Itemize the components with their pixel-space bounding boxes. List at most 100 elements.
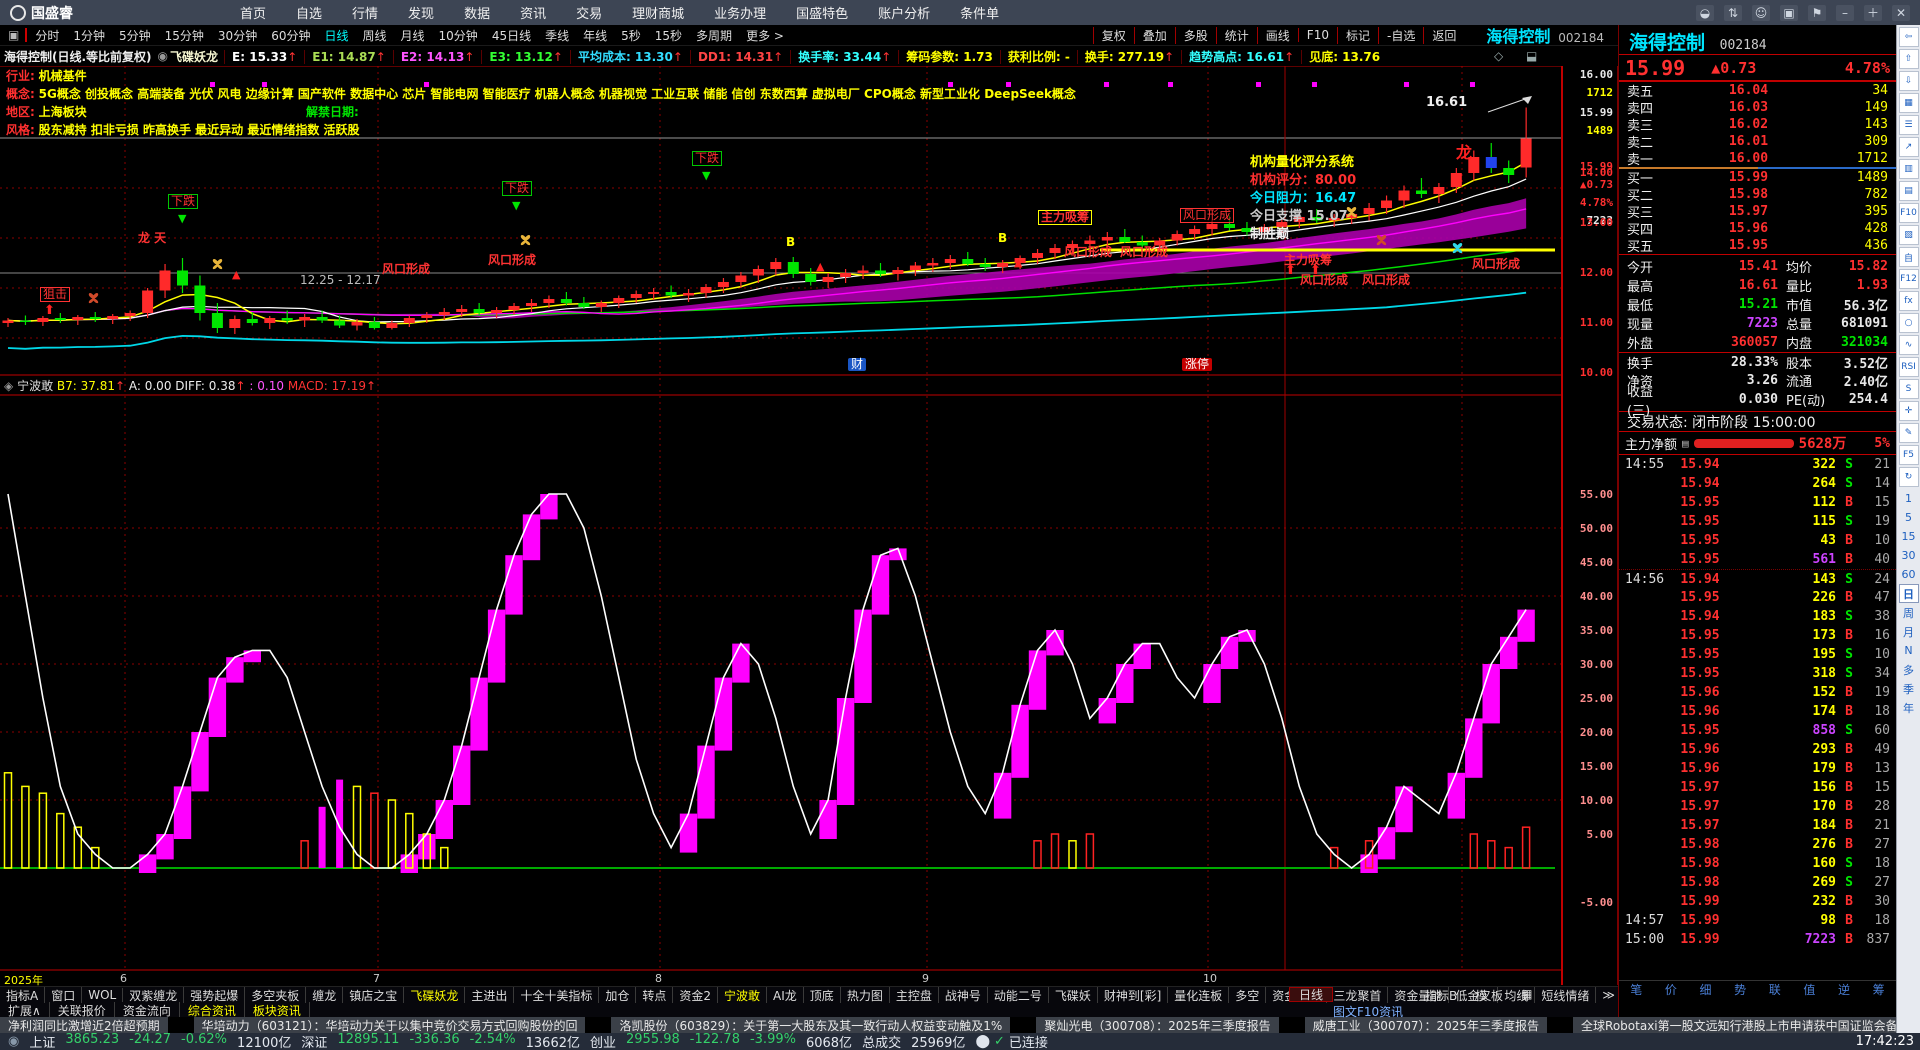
user-icon[interactable]: ☺ <box>1752 4 1770 21</box>
indicator-tab-飞碟妖[interactable]: 飞碟妖 <box>1049 986 1098 1004</box>
info-tab-综合资讯[interactable]: 综合资讯 <box>180 1001 245 1019</box>
quote-tab-值[interactable]: 值 <box>1803 981 1815 998</box>
period-tab-更多 >[interactable]: 更多 > <box>746 27 784 44</box>
action-统计[interactable]: 统计 <box>1215 26 1257 44</box>
action-叠加[interactable]: 叠加 <box>1133 26 1175 44</box>
quote-tab-筹[interactable]: 筹 <box>1873 981 1885 998</box>
indicator-tab-资金2[interactable]: 资金2 <box>673 986 719 1004</box>
sub-indicator-name[interactable]: 宁波敢 <box>17 379 53 393</box>
indicator-tab-顶底[interactable]: 顶底 <box>804 986 841 1004</box>
indicator-tab-主控盘[interactable]: 主控盘 <box>890 986 939 1004</box>
menu-item-业务办理[interactable]: 业务办理 <box>714 3 766 22</box>
action-多股[interactable]: 多股 <box>1174 26 1216 44</box>
period-tab-多周期[interactable]: 多周期 <box>696 27 732 44</box>
quote-tab-势[interactable]: 势 <box>1734 981 1746 998</box>
action-F10[interactable]: F10 <box>1297 28 1337 42</box>
diamond-icon[interactable]: ◇ <box>1494 49 1503 63</box>
monitor-icon[interactable]: ▣ <box>1780 4 1798 21</box>
indicator-tab-三龙聚首[interactable]: 三龙聚首 <box>1327 986 1389 1004</box>
tab-right-指标B[interactable]: 指标B <box>1425 987 1457 1004</box>
action-复权[interactable]: 复权 <box>1092 26 1134 44</box>
strip-period-季[interactable]: 季 <box>1899 679 1919 698</box>
doc-icon[interactable]: ▤ <box>1682 437 1689 450</box>
period-tab-季线[interactable]: 季线 <box>545 27 569 44</box>
indicator-tab-缠龙[interactable]: 缠龙 <box>306 986 344 1004</box>
close-icon[interactable]: ✕ <box>1892 4 1910 21</box>
indicator-tab-短线情绪[interactable]: 短线情绪 <box>1535 986 1597 1004</box>
report-grid-icon[interactable]: ▦ <box>1898 93 1919 113</box>
period-tab-15分钟[interactable]: 15分钟 <box>165 27 204 44</box>
indicator-tab-十全十美指标[interactable]: 十全十美指标 <box>514 986 600 1004</box>
indicator-tab-量化连板[interactable]: 量化连板 <box>1168 986 1230 1004</box>
period-tab-1分钟[interactable]: 1分钟 <box>73 27 105 44</box>
quote-stock-name[interactable]: 海得控制 <box>1629 32 1705 54</box>
strip-period-1[interactable]: 1 <box>1899 489 1919 508</box>
period-tab-分时[interactable]: 分时 <box>35 27 59 44</box>
period-tab-45日线[interactable]: 45日线 <box>492 27 531 44</box>
news-item[interactable]: 全球Robotaxi第一股文远知行港股上市申请获中国证监会备案 <box>1573 1017 1918 1033</box>
indicator-tab-镇店之宝[interactable]: 镇店之宝 <box>343 986 405 1004</box>
back-icon[interactable]: ⇦ <box>1898 27 1919 47</box>
circle-tool-icon[interactable]: ○ <box>1898 313 1919 333</box>
period-tab-周线[interactable]: 周线 <box>363 27 387 44</box>
line-chart-icon[interactable]: ↗ <box>1898 137 1919 157</box>
split-screen-icon[interactable]: ⬓ <box>1526 49 1537 63</box>
quote-tab-逆[interactable]: 逆 <box>1838 981 1850 998</box>
f12-icon[interactable]: F12 <box>1898 269 1919 289</box>
page-down-icon[interactable]: ⇩ <box>1898 71 1919 91</box>
f10-link[interactable]: 图文F10资讯 <box>1333 1003 1403 1020</box>
info-tab-关联报价[interactable]: 关联报价 <box>50 1001 115 1019</box>
tree-icon[interactable]: ▧ <box>1898 225 1919 245</box>
menu-item-条件单[interactable]: 条件单 <box>960 3 999 22</box>
period-chip[interactable]: 日线 <box>1289 987 1333 1002</box>
action-返回[interactable]: 返回 <box>1423 26 1464 44</box>
action--自选[interactable]: -自选 <box>1377 26 1423 44</box>
page-up-icon[interactable]: ⇧ <box>1898 49 1919 69</box>
menu-item-自选[interactable]: 自选 <box>296 3 322 22</box>
menu-item-发现[interactable]: 发现 <box>408 3 434 22</box>
info-tab-板块资讯[interactable]: 板块资讯 <box>245 1001 310 1019</box>
collapse-icon[interactable]: ◈ <box>4 379 13 393</box>
list-icon[interactable]: ☰ <box>1898 115 1919 135</box>
f10-icon[interactable]: F10 <box>1898 203 1919 223</box>
indicator-tab-热力图[interactable]: 热力图 <box>841 986 890 1004</box>
info-tab-扩展∧[interactable]: 扩展∧ <box>0 1001 50 1019</box>
news-item[interactable]: 聚灿光电（300708）：2025年三季度报告 <box>1036 1017 1279 1033</box>
tab-right-▦[interactable]: ▦ <box>1521 987 1532 1004</box>
quote-tab-联[interactable]: 联 <box>1769 981 1781 998</box>
kline-chart-area[interactable]: 行业: 机械基件 概念: 5G概念 创投概念 高端装备 光伏 风电 边缘计算 国… <box>0 66 1563 987</box>
strip-period-多[interactable]: 多 <box>1899 660 1919 679</box>
rsi-icon[interactable]: RSI <box>1898 357 1919 377</box>
action-标记[interactable]: 标记 <box>1336 26 1378 44</box>
news-item[interactable]: 洛凯股份（603829）：关于第一大股东及其一致行动人权益变动触及1% <box>611 1017 1011 1033</box>
layout-icon[interactable]: ▣ <box>8 28 19 42</box>
refresh-icon[interactable]: ↻ <box>1898 467 1919 487</box>
strip-period-60[interactable]: 60 <box>1899 565 1919 584</box>
edit-icon[interactable]: ✎ <box>1898 423 1919 443</box>
kline-icon[interactable]: ▥ <box>1898 159 1919 179</box>
strip-period-日[interactable]: 日 <box>1898 584 1919 603</box>
news-doc-icon[interactable]: ▤ <box>1898 181 1919 201</box>
signal-icon[interactable]: S <box>1898 379 1919 399</box>
menu-item-国盛特色[interactable]: 国盛特色 <box>796 3 848 22</box>
menu-item-资讯[interactable]: 资讯 <box>520 3 546 22</box>
custom-icon[interactable]: 自 <box>1898 247 1919 267</box>
indicator-tab-转点[interactable]: 转点 <box>636 986 674 1004</box>
strip-period-15[interactable]: 15 <box>1899 527 1919 546</box>
strip-period-30[interactable]: 30 <box>1899 546 1919 565</box>
strip-period-周[interactable]: 周 <box>1899 603 1919 622</box>
indicator-tab-宁波敢[interactable]: 宁波敢 <box>718 986 768 1004</box>
period-tab-5秒[interactable]: 5秒 <box>621 27 641 44</box>
maximize-icon[interactable]: ＋ <box>1864 4 1882 21</box>
minimize-icon[interactable]: – <box>1836 4 1854 21</box>
indicator-tab-加仓[interactable]: 加仓 <box>599 986 637 1004</box>
period-tab-60分钟[interactable]: 60分钟 <box>271 27 310 44</box>
indicator-tab-动能二号[interactable]: 动能二号 <box>988 986 1049 1004</box>
menu-item-交易[interactable]: 交易 <box>576 3 602 22</box>
strip-period-年[interactable]: 年 <box>1899 698 1919 717</box>
period-tab-15秒[interactable]: 15秒 <box>655 27 682 44</box>
indicator-tab-WOL[interactable]: WOL <box>82 988 124 1002</box>
strip-period-5[interactable]: 5 <box>1899 508 1919 527</box>
indicator-tab-主进出[interactable]: 主进出 <box>465 986 515 1004</box>
period-tab-日线[interactable]: 日线 <box>324 27 348 44</box>
